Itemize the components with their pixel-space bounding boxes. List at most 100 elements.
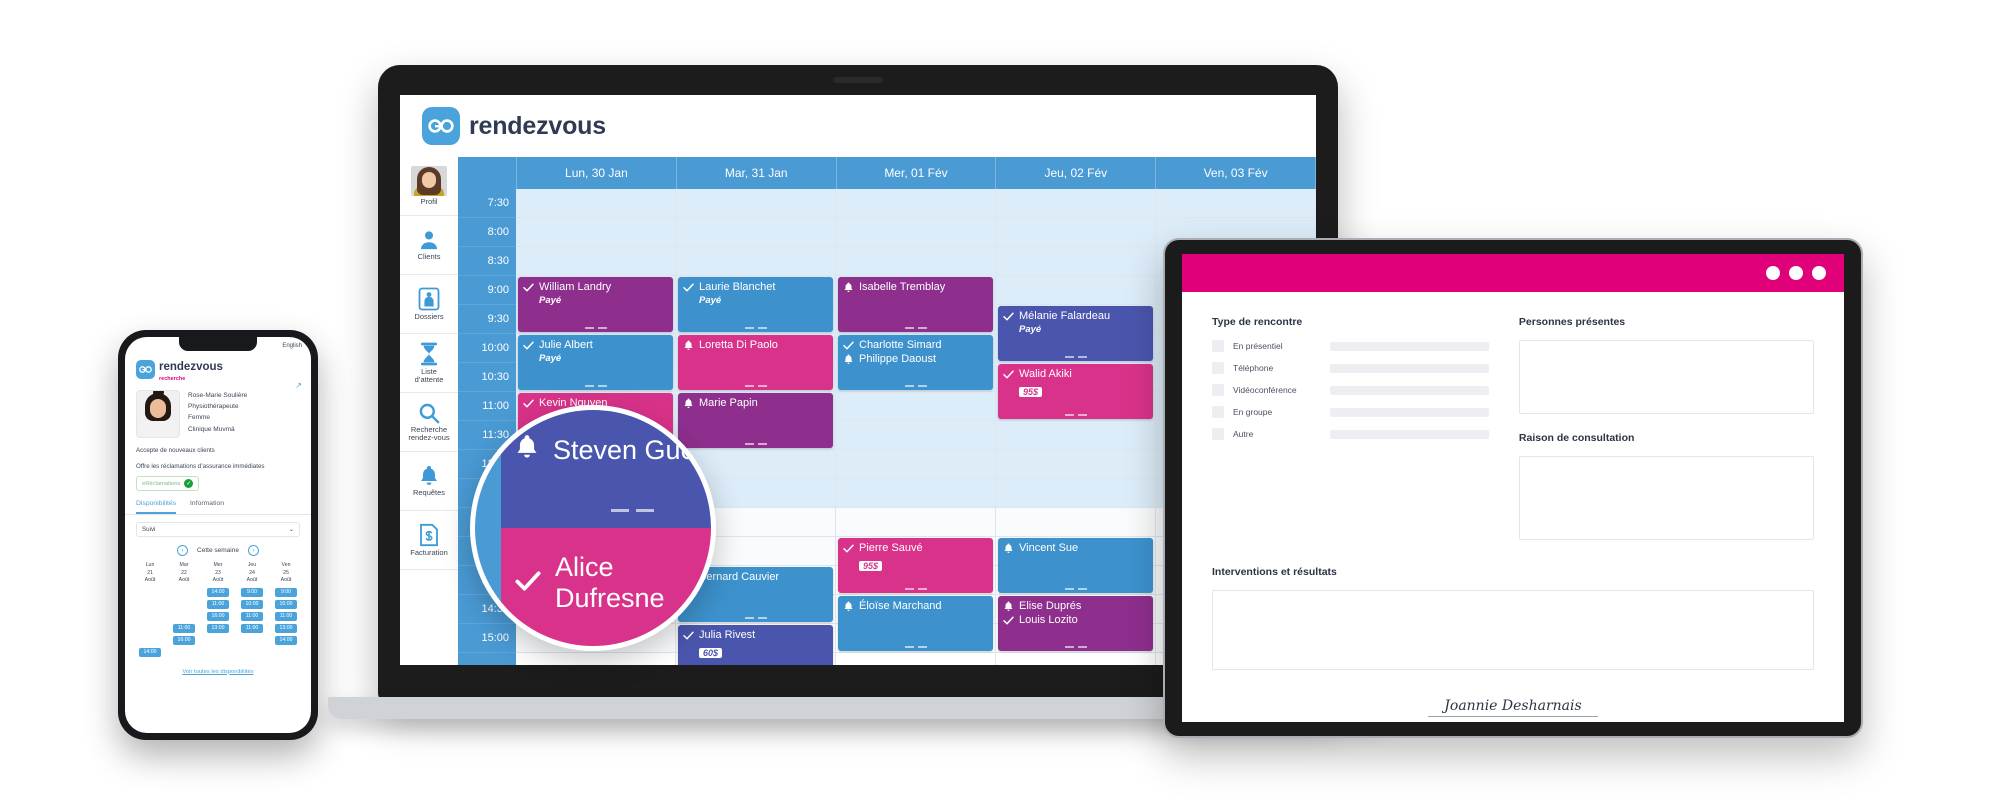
checkbox-icon[interactable] bbox=[1212, 406, 1224, 418]
calendar-time-slot[interactable] bbox=[996, 276, 1155, 305]
meeting-type-row[interactable]: Vidéoconférence bbox=[1212, 384, 1489, 396]
appointment-resize-grip[interactable] bbox=[518, 327, 673, 329]
appointment-resize-grip[interactable] bbox=[998, 356, 1153, 358]
tab-information[interactable]: Information bbox=[190, 500, 224, 514]
meeting-type-row[interactable]: Autre bbox=[1212, 428, 1489, 440]
availability-slot[interactable]: 16:00 bbox=[207, 611, 229, 621]
meeting-type-input[interactable] bbox=[1330, 341, 1489, 351]
tab-disponibilites[interactable]: Disponibilités bbox=[136, 500, 177, 514]
calendar-time-slot[interactable] bbox=[996, 189, 1155, 218]
appointment-resize-grip[interactable] bbox=[678, 327, 833, 329]
appointment-resize-grip[interactable] bbox=[518, 385, 673, 387]
magnified-appointment-bottom[interactable]: Alice Dufresne bbox=[501, 528, 711, 646]
availability-slot[interactable]: 14:00 bbox=[275, 635, 297, 645]
availability-slot[interactable]: 14:00 bbox=[207, 587, 229, 597]
availability-slot[interactable]: 14:00 bbox=[139, 647, 161, 657]
availability-slot[interactable]: 11:00 bbox=[241, 611, 263, 621]
window-dot-icon[interactable] bbox=[1766, 266, 1780, 280]
checkbox-icon[interactable] bbox=[1212, 428, 1224, 440]
appointment-block[interactable]: Mélanie Falardeau Payé bbox=[998, 306, 1153, 361]
appointment-resize-grip[interactable] bbox=[838, 588, 993, 590]
availability-slot[interactable]: 11:00 bbox=[241, 623, 263, 633]
meeting-type-row[interactable]: En groupe bbox=[1212, 406, 1489, 418]
reason-textarea[interactable] bbox=[1518, 456, 1814, 540]
sidebar-item-clients[interactable]: Clients bbox=[400, 216, 458, 275]
meeting-type-row[interactable]: Téléphone bbox=[1212, 362, 1489, 374]
sidebar-item-liste-d-attente[interactable]: Liste d’attente bbox=[400, 334, 458, 393]
appointment-resize-grip[interactable] bbox=[998, 646, 1153, 648]
calendar-time-slot[interactable] bbox=[836, 218, 995, 247]
calendar-time-slot[interactable] bbox=[836, 392, 995, 421]
meeting-type-row[interactable]: En présentiel bbox=[1212, 340, 1489, 352]
sidebar-item-requ-tes[interactable]: Requêtes bbox=[400, 452, 458, 511]
appointment-block[interactable]: Julie Albert Payé bbox=[518, 335, 673, 390]
appointment-block[interactable]: Vincent Sue bbox=[998, 538, 1153, 593]
meeting-type-input[interactable] bbox=[1330, 407, 1489, 417]
calendar-day-header[interactable]: Lun, 30 Jan bbox=[517, 157, 677, 189]
sidebar-item-recherche-rendez-vous[interactable]: Recherche rendez-vous bbox=[400, 393, 458, 452]
magnified-appointment-top[interactable]: Steven Guér bbox=[501, 410, 711, 528]
appointment-block[interactable]: Loretta Di Paolo bbox=[678, 335, 833, 390]
appointment-resize-grip[interactable] bbox=[998, 588, 1153, 590]
appointment-block[interactable]: Walid Akiki 95$ bbox=[998, 364, 1153, 419]
appointment-block[interactable]: Elise Duprés Louis Lozito bbox=[998, 596, 1153, 651]
language-toggle[interactable]: English bbox=[282, 343, 302, 349]
sidebar-item-dossiers[interactable]: Dossiers bbox=[400, 275, 458, 334]
availability-slot[interactable]: 11:00 bbox=[207, 599, 229, 609]
calendar-time-slot[interactable] bbox=[996, 508, 1155, 537]
calendar-time-slot[interactable] bbox=[996, 218, 1155, 247]
appointment-resize-grip[interactable] bbox=[998, 414, 1153, 416]
next-week-icon[interactable]: › bbox=[247, 545, 259, 556]
calendar-time-slot[interactable] bbox=[836, 421, 995, 450]
calendar-time-slot[interactable] bbox=[1156, 189, 1315, 218]
calendar-time-slot[interactable] bbox=[996, 247, 1155, 276]
appointment-block[interactable]: William Landry Payé bbox=[518, 277, 673, 332]
sidebar-item-profil[interactable]: Profil bbox=[400, 157, 458, 216]
appointment-resize-grip[interactable] bbox=[838, 646, 993, 648]
people-present-textarea[interactable] bbox=[1518, 340, 1814, 414]
meeting-type-input[interactable] bbox=[1330, 385, 1489, 395]
window-dot-icon[interactable] bbox=[1789, 266, 1803, 280]
calendar-day-header[interactable]: Ven, 03 Fév bbox=[1156, 157, 1316, 189]
window-dot-icon[interactable] bbox=[1812, 266, 1826, 280]
calendar-time-slot[interactable] bbox=[996, 421, 1155, 450]
appointment-block[interactable]: Laurie Blanchet Payé bbox=[678, 277, 833, 332]
calendar-day-header[interactable]: Jeu, 02 Fév bbox=[996, 157, 1157, 189]
availability-slot[interactable]: 10:00 bbox=[275, 599, 297, 609]
calendar-time-slot[interactable] bbox=[836, 189, 995, 218]
calendar-day-header[interactable]: Mer, 01 Fév bbox=[837, 157, 997, 189]
availability-slot[interactable]: 13:00 bbox=[275, 623, 297, 633]
availability-slot[interactable]: 11:00 bbox=[173, 623, 195, 633]
service-select[interactable]: Suivi ⌄ bbox=[136, 522, 300, 537]
availability-slot[interactable]: 9:00 bbox=[241, 587, 263, 597]
calendar-time-slot[interactable] bbox=[676, 189, 835, 218]
appointment-resize-grip[interactable] bbox=[527, 509, 711, 512]
appointment-resize-grip[interactable] bbox=[678, 385, 833, 387]
checkbox-icon[interactable] bbox=[1212, 340, 1224, 352]
calendar-time-slot[interactable] bbox=[836, 450, 995, 479]
appointment-block[interactable]: Isabelle Tremblay bbox=[838, 277, 993, 332]
availability-slot[interactable]: 11:00 bbox=[275, 611, 297, 621]
calendar-time-slot[interactable] bbox=[676, 247, 835, 276]
calendar-time-slot[interactable] bbox=[516, 189, 675, 218]
app-logo[interactable]: rendezvous bbox=[422, 107, 606, 145]
calendar-time-slot[interactable] bbox=[836, 508, 995, 537]
calendar-time-slot[interactable] bbox=[996, 479, 1155, 508]
sidebar-item-facturation[interactable]: Facturation bbox=[400, 511, 458, 570]
appointment-block[interactable]: Éloïse Marchand bbox=[838, 596, 993, 651]
prev-week-icon[interactable]: ‹ bbox=[177, 545, 189, 556]
meeting-type-input[interactable] bbox=[1330, 429, 1489, 439]
calendar-day-header[interactable]: Mar, 31 Jan bbox=[677, 157, 837, 189]
interventions-textarea[interactable] bbox=[1212, 590, 1814, 670]
availability-slot[interactable]: 13:00 bbox=[207, 623, 229, 633]
calendar-time-slot[interactable] bbox=[836, 479, 995, 508]
calendar-time-slot[interactable] bbox=[516, 247, 675, 276]
calendar-day-column[interactable]: Isabelle Tremblay Charlotte Simard Philipp… bbox=[836, 189, 996, 665]
availability-slot[interactable]: 16:00 bbox=[173, 635, 195, 645]
availability-slot[interactable]: 10:00 bbox=[241, 599, 263, 609]
checkbox-icon[interactable] bbox=[1212, 384, 1224, 396]
appointment-resize-grip[interactable] bbox=[838, 327, 993, 329]
calendar-time-slot[interactable] bbox=[996, 450, 1155, 479]
checkbox-icon[interactable] bbox=[1212, 362, 1224, 374]
availability-slot[interactable]: 9:00 bbox=[275, 587, 297, 597]
